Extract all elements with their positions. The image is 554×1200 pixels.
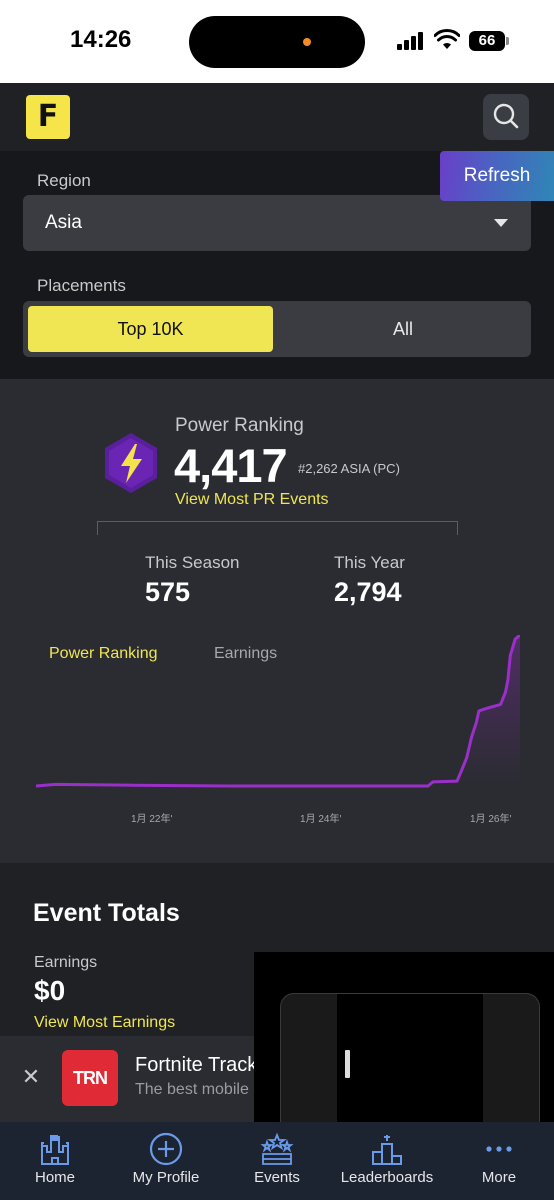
this-year-label: This Year xyxy=(334,553,405,572)
this-year-value: 2,794 xyxy=(334,577,402,607)
nav-item-more[interactable]: More xyxy=(454,1122,544,1200)
ad-subtitle: The best mobile xyxy=(135,1081,249,1098)
this-season-label: This Season xyxy=(145,553,240,572)
privacy-indicator-icon xyxy=(303,38,311,46)
close-icon[interactable]: ✕ xyxy=(20,1066,42,1088)
chevron-down-icon[interactable] xyxy=(494,219,508,227)
nav-label: Events xyxy=(254,1169,300,1186)
plus-circle-icon xyxy=(149,1132,183,1166)
view-most-pr-events-link[interactable]: View Most PR Events xyxy=(175,491,329,509)
wifi-icon xyxy=(434,29,460,49)
view-most-earnings-link[interactable]: View Most Earnings xyxy=(34,1014,175,1032)
castle-icon xyxy=(41,1135,69,1165)
nav-label: Leaderboards xyxy=(340,1169,434,1186)
battery-icon: 66 xyxy=(469,31,505,51)
nav-item-my-profile[interactable]: My Profile xyxy=(121,1122,211,1200)
cellular-signal-icon xyxy=(397,32,427,50)
ad-logo: TRN xyxy=(62,1050,118,1106)
dynamic-island xyxy=(189,16,365,68)
event-totals-title: Event Totals xyxy=(33,899,180,927)
earnings-label: Earnings xyxy=(34,954,98,971)
nav-item-leaderboards[interactable]: Leaderboards xyxy=(337,1122,437,1200)
refresh-button[interactable]: Refresh xyxy=(440,151,554,201)
app-logo[interactable]: F xyxy=(26,95,70,139)
video-frame[interactable] xyxy=(337,994,483,1136)
power-ranking-hexagon-icon xyxy=(105,433,157,493)
region-value[interactable]: Asia xyxy=(45,212,82,234)
nav-label: Home xyxy=(34,1169,75,1186)
this-season-value: 575 xyxy=(145,577,191,607)
power-ranking-value: 4,417 xyxy=(174,439,288,492)
x-tick-label: 1月 24年' xyxy=(300,814,342,825)
placements-option-all[interactable]: All xyxy=(278,306,528,352)
chart-series-line xyxy=(36,635,520,788)
battery-tip xyxy=(506,37,509,45)
placements-option-top10k[interactable]: Top 10K xyxy=(28,306,273,352)
placements-label: Placements xyxy=(37,276,126,295)
earnings-value: $0 xyxy=(34,975,66,1006)
power-ranking-label: Power Ranking xyxy=(175,415,304,436)
chart-area-fill xyxy=(36,635,520,786)
stats-divider xyxy=(97,521,458,535)
search-button[interactable] xyxy=(483,94,529,140)
nav-label: My Profile xyxy=(132,1169,200,1186)
power-ranking-chart xyxy=(36,635,520,788)
ad-title: Fortnite Track xyxy=(135,1054,258,1076)
podium-icon xyxy=(372,1135,402,1165)
more-dots-icon xyxy=(486,1146,512,1152)
search-icon xyxy=(493,103,519,129)
nav-item-home[interactable]: Home xyxy=(10,1122,100,1200)
video-content-marker xyxy=(345,1050,350,1078)
x-tick-label: 1月 22年' xyxy=(131,814,173,825)
stage-stars-icon xyxy=(260,1132,294,1165)
nav-item-events[interactable]: Events xyxy=(232,1122,322,1200)
nav-label: More xyxy=(481,1169,517,1186)
power-ranking-rank: #2,262 ASIA (PC) xyxy=(298,461,400,476)
region-select[interactable] xyxy=(23,195,531,251)
x-tick-label: 1月 26年' xyxy=(470,814,512,825)
app-header xyxy=(0,83,554,151)
region-label: Region xyxy=(37,171,91,190)
status-time: 14:26 xyxy=(70,26,132,53)
